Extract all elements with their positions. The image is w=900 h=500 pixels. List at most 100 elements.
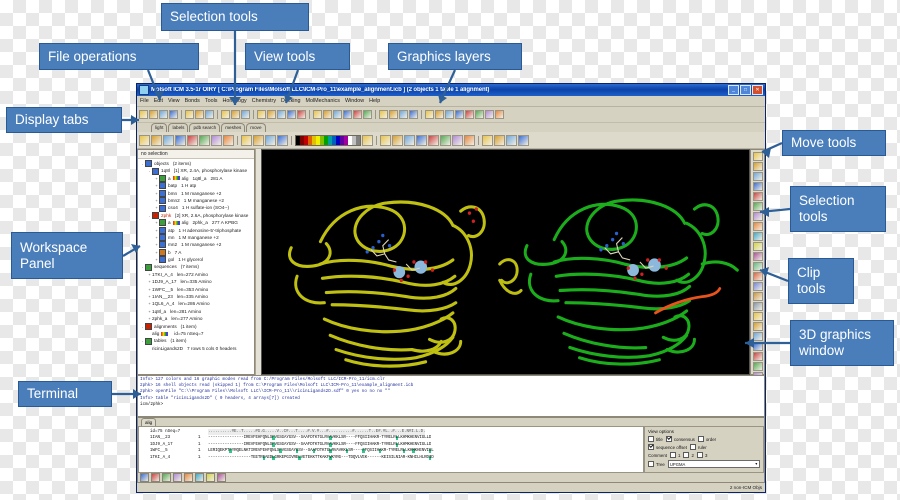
- render-tool-icon-3[interactable]: [399, 110, 408, 119]
- render-tool-icon-4[interactable]: [409, 110, 418, 119]
- terminal-panel[interactable]: Info> 127 colors and 16 graphic modes re…: [137, 375, 765, 417]
- graphics-layer-tool-icon-4[interactable]: [175, 134, 186, 146]
- selection-tool-icon-1[interactable]: [752, 222, 763, 231]
- clip-tool-icon-1[interactable]: [482, 134, 493, 146]
- selection-tool-icon-2[interactable]: [752, 232, 763, 241]
- move-tool-icon-4[interactable]: [416, 134, 427, 146]
- fit-width-icon[interactable]: [162, 473, 171, 482]
- layer-tool-icon-3[interactable]: [445, 110, 454, 119]
- tree-node[interactable]: +1TKI_A_4 len=272 Amino: [140, 271, 254, 278]
- tree-node-color-box[interactable]: [152, 167, 159, 175]
- tree-node[interactable]: -2phk [2] XR, 2.6A, phosphorylase kinase: [140, 211, 254, 219]
- display-tool-icon-5[interactable]: [353, 110, 362, 119]
- checkbox-consensus[interactable]: consensus: [665, 436, 695, 442]
- graphics-layer-tool-icon-8[interactable]: [223, 134, 234, 146]
- move-tool-icon-8[interactable]: [464, 134, 475, 146]
- checkbox-comment-1[interactable]: 1: [670, 452, 680, 458]
- render-tool-icon-1[interactable]: [752, 342, 763, 351]
- menu-item-bonds[interactable]: Bonds: [185, 98, 200, 104]
- graphics-window[interactable]: [261, 149, 750, 375]
- checkbox-order-box[interactable]: [697, 436, 704, 442]
- selection-tool-icon-3[interactable]: [752, 242, 763, 251]
- tree-node-color-box[interactable]: [159, 204, 166, 212]
- layer-tool-icon-6[interactable]: [475, 110, 484, 119]
- select-tool-icon-1[interactable]: [257, 110, 266, 119]
- select-tool-icon-4[interactable]: [287, 110, 296, 119]
- edit-tool-icon-3[interactable]: [205, 110, 214, 119]
- tree-node[interactable]: +1DJ9_A_17 len=335 Amino: [140, 278, 254, 285]
- render-tool-icon-2[interactable]: [389, 110, 398, 119]
- clip-tool-icon-1[interactable]: [752, 292, 763, 301]
- move-tool-icon-2[interactable]: [752, 162, 763, 171]
- move-tool-icon-7[interactable]: [452, 134, 463, 146]
- mesh-tool-icon-3[interactable]: [265, 134, 276, 146]
- tree-node[interactable]: + mn 1 M manganese +2: [140, 234, 254, 242]
- display-tab-pdb-search[interactable]: pdb search: [189, 123, 221, 132]
- clip-tool-icon-2[interactable]: [752, 302, 763, 311]
- move-tool-icon-5[interactable]: [752, 192, 763, 201]
- edit-tool-icon-1[interactable]: [185, 110, 194, 119]
- clip-tool-icon-3[interactable]: [506, 134, 517, 146]
- color-swatch-15[interactable]: [356, 135, 360, 145]
- close-button[interactable]: ✕: [752, 85, 763, 95]
- selection-tool-icon-7[interactable]: [752, 282, 763, 291]
- checkbox-sequence-offset[interactable]: sequence offset: [648, 444, 687, 450]
- display-tool-icon-4[interactable]: [343, 110, 352, 119]
- tree-node-color-box[interactable]: [159, 219, 166, 227]
- move-tool-icon-1[interactable]: [752, 152, 763, 161]
- tree-node[interactable]: alig id=75 nSeq=7: [140, 330, 254, 337]
- layer-tool-icon-1[interactable]: [425, 110, 434, 119]
- tree-node[interactable]: + b 7 A: [140, 248, 254, 256]
- tree-node-color-box[interactable]: [159, 174, 166, 182]
- tree-node[interactable]: + batp 1 H atp: [140, 182, 254, 190]
- tree-node[interactable]: + gol 1 H glycerol: [140, 256, 254, 264]
- menu-item-file[interactable]: File: [140, 98, 149, 104]
- menu-item-view[interactable]: View: [168, 98, 180, 104]
- edit-tool-icon-2[interactable]: [195, 110, 204, 119]
- fit-box-icon[interactable]: [173, 473, 182, 482]
- checkbox-comment-1-box[interactable]: [670, 452, 677, 458]
- workspace-tree[interactable]: - objects (2 items) -1q8l [1] XR, 2.4A, phos…: [138, 159, 254, 374]
- zoom-in-icon[interactable]: [151, 473, 160, 482]
- clip-tool-icon-5[interactable]: [752, 332, 763, 341]
- tree-node-color-box[interactable]: [159, 248, 166, 256]
- checkbox-ruler[interactable]: ruler: [689, 444, 707, 450]
- checkbox-order[interactable]: order: [697, 436, 716, 442]
- file-tool-icon-4[interactable]: [169, 110, 178, 119]
- clip-tool-icon-3[interactable]: [752, 312, 763, 321]
- tree-node[interactable]: +1IAN__23 len=335 Amino: [140, 293, 254, 300]
- tree-node-color-box[interactable]: [159, 234, 166, 242]
- layer-tool-icon-4[interactable]: [455, 110, 464, 119]
- move-tool-icon-4[interactable]: [752, 182, 763, 191]
- checkbox-consensus-box[interactable]: [665, 436, 672, 442]
- tree-node-color-box[interactable]: [152, 211, 159, 219]
- grid-icon[interactable]: [184, 473, 193, 482]
- display-tool-icon-1[interactable]: [313, 110, 322, 119]
- tree-node-color-box[interactable]: [159, 182, 166, 190]
- file-tool-icon-3[interactable]: [159, 110, 168, 119]
- alignment-row[interactable]: 1TKI_A_4 1 ------------------TEETRIAEDLGRK…: [140, 455, 642, 461]
- file-tool-icon-1[interactable]: [139, 110, 148, 119]
- move-tool-icon-3[interactable]: [404, 134, 415, 146]
- tree-node-color-box[interactable]: [159, 197, 166, 205]
- tree-node-color-box[interactable]: [159, 189, 166, 197]
- move-tool-icon-6[interactable]: [440, 134, 451, 146]
- display-tool-icon-6[interactable]: [363, 110, 372, 119]
- view-tool-icon-2[interactable]: [231, 110, 240, 119]
- maximize-button[interactable]: □: [740, 85, 751, 95]
- tree-node[interactable]: - sequences (7 items): [140, 263, 254, 271]
- render-tool-icon-3[interactable]: [752, 362, 763, 371]
- graphics-layer-tool-icon-7[interactable]: [211, 134, 222, 146]
- checkbox-comment-3-box[interactable]: [696, 452, 703, 458]
- menu-item-docking[interactable]: Docking: [281, 98, 300, 104]
- display-tab-labels[interactable]: labels: [168, 123, 189, 132]
- tree-node[interactable]: - alignments (1 item): [140, 322, 254, 330]
- move-tool-icon-7[interactable]: [752, 212, 763, 221]
- selection-tool-icon-6[interactable]: [752, 272, 763, 281]
- magnify-icon[interactable]: [206, 473, 215, 482]
- render-tool-icon-1[interactable]: [379, 110, 388, 119]
- graphics-layer-tool-icon-1[interactable]: [139, 134, 150, 146]
- graphics-layer-tool-icon-6[interactable]: [199, 134, 210, 146]
- checkbox-comment-2[interactable]: 2: [683, 452, 694, 458]
- display-tab-move[interactable]: move: [246, 123, 266, 132]
